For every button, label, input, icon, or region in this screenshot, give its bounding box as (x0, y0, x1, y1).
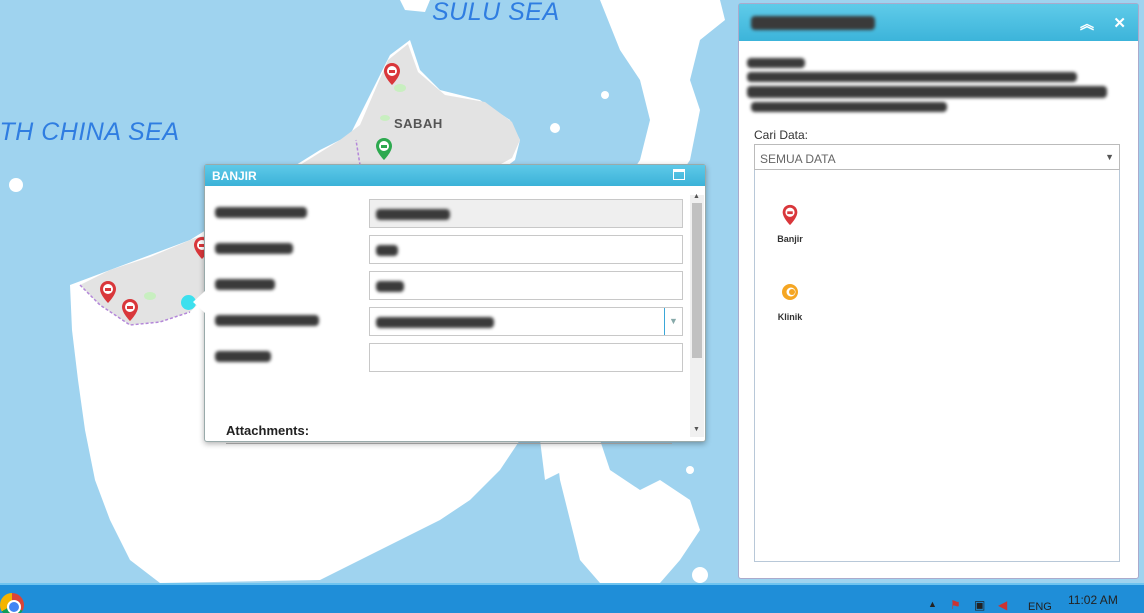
list-item-label: Banjir (777, 234, 803, 244)
field-label (215, 241, 355, 255)
scroll-down-icon[interactable]: ▼ (693, 426, 700, 433)
field-row (215, 343, 683, 373)
chevron-down-icon[interactable]: ▼ (664, 308, 682, 335)
field-label (215, 205, 355, 219)
panel-title (751, 16, 875, 30)
collapse-icon[interactable]: ︽ (1080, 14, 1094, 34)
cari-data-label: Cari Data: (754, 128, 809, 142)
field-label (215, 349, 355, 363)
language-indicator[interactable]: ENG (1028, 601, 1052, 613)
flood-marker-icon (782, 204, 798, 226)
field-row (215, 271, 683, 301)
flood-marker-icon[interactable] (383, 62, 401, 86)
cari-data-value: SEMUA DATA (760, 152, 836, 166)
field-input-readonly[interactable] (369, 199, 683, 228)
popup-body: ▼ Attachments: (205, 187, 689, 444)
field-select[interactable]: ▼ (369, 307, 683, 336)
list-item-label: Klinik (777, 312, 803, 322)
cari-data-select[interactable]: SEMUA DATA ▼ (754, 144, 1120, 170)
clock[interactable]: 11:02 AM (1068, 593, 1118, 607)
network-icon[interactable]: ▣ (974, 598, 988, 612)
data-panel: ︽ ✕ Cari Data: SEMUA DATA ▼ Banjir Klini… (738, 3, 1139, 579)
panel-description (745, 56, 1125, 116)
flood-marker-icon[interactable] (99, 280, 117, 304)
tray-expand-icon[interactable]: ▲ (928, 599, 937, 609)
attachments-label: Attachments: (226, 423, 310, 438)
chevron-down-icon[interactable]: ▼ (1105, 152, 1114, 162)
sea-label-south-china: ITH CHINA SEA (0, 118, 180, 146)
clinic-marker-icon[interactable] (375, 137, 393, 161)
close-icon[interactable]: ✕ (1113, 14, 1126, 32)
scroll-up-icon[interactable]: ▲ (693, 193, 700, 200)
field-row (215, 199, 683, 229)
scrollbar-thumb[interactable] (692, 203, 702, 358)
chrome-icon[interactable] (0, 593, 24, 613)
list-item-banjir[interactable]: Banjir (767, 204, 813, 244)
popup-title: BANJIR (212, 169, 257, 183)
field-input-catatan[interactable] (369, 343, 683, 372)
field-row (215, 235, 683, 265)
clinic-marker-icon (782, 284, 798, 300)
maximize-icon[interactable] (673, 169, 685, 180)
flag-icon[interactable]: ⚑ (950, 598, 964, 612)
popup-pointer (193, 291, 205, 313)
field-row: ▼ (215, 307, 683, 337)
field-input[interactable] (369, 235, 683, 264)
volume-icon[interactable]: ◀ (998, 598, 1012, 612)
feature-popup: BANJIR ▼ Attachments: ▲ ▼ (193, 164, 706, 444)
list-item-klinik[interactable]: Klinik (767, 282, 813, 322)
sea-label-sulu: SULU SEA (432, 0, 560, 26)
taskbar: ▲ ⚑ ▣ ◀ ENG 11:02 AM (0, 583, 1144, 613)
panel-header: ︽ ✕ (739, 4, 1138, 41)
attachments-divider (226, 443, 672, 444)
flood-marker-icon[interactable] (121, 298, 139, 322)
popup-header: BANJIR (205, 165, 705, 186)
field-input[interactable] (369, 271, 683, 300)
popup-scrollbar[interactable]: ▲ ▼ (690, 193, 704, 437)
field-label (215, 277, 355, 291)
field-label (215, 313, 355, 327)
region-label-sabah: SABAH (394, 116, 443, 131)
data-layer-list: Banjir Klinik (754, 170, 1120, 562)
